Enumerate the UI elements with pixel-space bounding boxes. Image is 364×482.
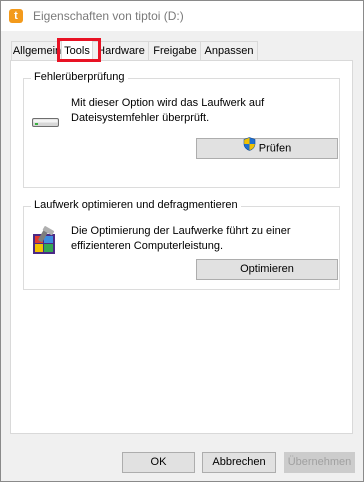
tab-tools[interactable]: Tools (57, 38, 101, 62)
tab-allgemein[interactable]: Allgemein (11, 41, 63, 60)
drive-icon (32, 116, 60, 128)
error-check-description: Mit dieser Option wird das Laufwerk auf … (71, 96, 264, 126)
optimize-description-line2: effizienteren Computerleistung. (71, 240, 224, 252)
optimize-button[interactable]: Optimieren (196, 259, 338, 280)
error-check-group: Fehlerüberprüfung Mit dieser Option wird… (23, 71, 340, 188)
optimize-group: Laufwerk optimieren und defragmentieren … (23, 199, 340, 290)
properties-dialog: t Eigenschaften von tiptoi (D:) Allgemei… (0, 0, 364, 482)
error-check-title: Fehlerüberprüfung (31, 71, 128, 83)
title-bar[interactable]: t Eigenschaften von tiptoi (D:) (1, 1, 363, 31)
optimize-title: Laufwerk optimieren und defragmentieren (31, 199, 241, 211)
app-icon: t (9, 9, 23, 23)
ok-button[interactable]: OK (122, 452, 195, 473)
check-button[interactable]: Prüfen (196, 137, 338, 159)
dialog-body: Allgemein Tools Hardware Freigabe Anpass… (1, 31, 363, 481)
cancel-button[interactable]: Abbrechen (202, 452, 276, 473)
tab-hardware[interactable]: Hardware (92, 41, 150, 60)
tools-tab-panel: Fehlerüberprüfung Mit dieser Option wird… (10, 60, 353, 434)
defrag-icon (31, 224, 63, 256)
tab-anpassen[interactable]: Anpassen (200, 41, 258, 60)
error-check-description-line1: Mit dieser Option wird das Laufwerk auf (71, 97, 265, 109)
window-title: Eigenschaften von tiptoi (D:) (33, 9, 184, 23)
tab-tools-label: Tools (64, 45, 90, 57)
optimize-description: Die Optimierung der Laufwerke führt zu e… (71, 224, 291, 254)
apply-button[interactable]: Übernehmen (284, 452, 355, 473)
check-button-label: Prüfen (258, 142, 292, 155)
error-check-description-line2: Dateisystemfehler überprüft. (71, 112, 210, 124)
tab-freigabe[interactable]: Freigabe (148, 41, 202, 60)
uac-shield-icon (243, 137, 256, 158)
optimize-description-line1: Die Optimierung der Laufwerke führt zu e… (71, 225, 291, 237)
